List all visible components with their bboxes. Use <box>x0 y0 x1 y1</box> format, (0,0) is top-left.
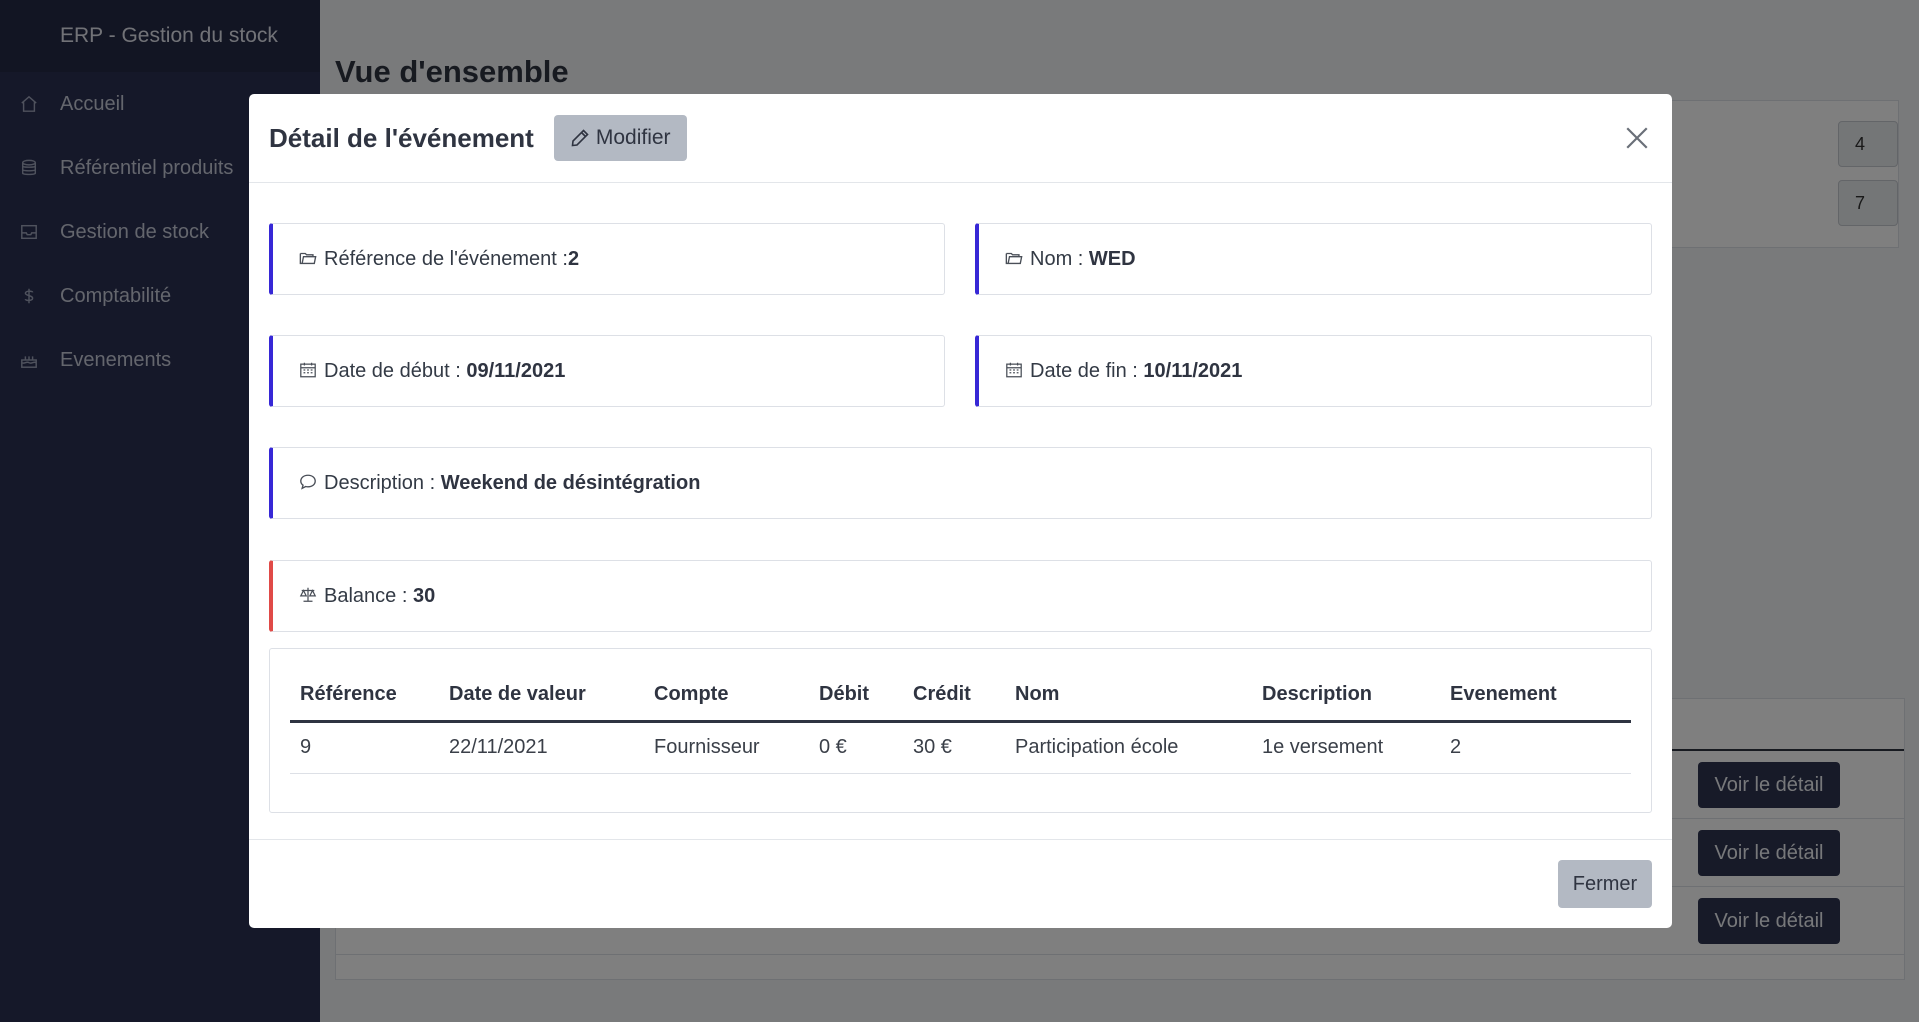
end-date-label: Date de fin : <box>1030 359 1144 382</box>
name-card: Nom : WED <box>975 223 1652 295</box>
column-header: Crédit <box>903 669 1005 723</box>
column-header: Nom <box>1005 669 1252 723</box>
modify-button-label: Modifier <box>595 126 671 149</box>
cell-evenement: 2 <box>1440 721 1631 774</box>
transactions-table: Référence Date de valeur Compte Débit Cr… <box>290 669 1631 774</box>
column-header: Description <box>1252 669 1440 723</box>
modal-title: Détail de l'événement <box>269 122 534 153</box>
modify-button[interactable]: Modifier <box>553 115 687 161</box>
column-header: Débit <box>809 669 903 723</box>
transactions-card: Référence Date de valeur Compte Débit Cr… <box>269 648 1652 813</box>
description-value: Weekend de désintégration <box>440 471 701 494</box>
table-row: 9 22/11/2021 Fournisseur 0 € 30 € Partic… <box>290 721 1631 774</box>
calendar-icon <box>1005 361 1025 381</box>
cell-reference: 9 <box>290 721 439 774</box>
cell-date-valeur: 22/11/2021 <box>439 721 644 774</box>
reference-value: 2 <box>567 247 580 270</box>
pencil-icon <box>570 128 590 148</box>
cell-nom: Participation école <box>1005 721 1252 774</box>
start-date-value: 09/11/2021 <box>466 359 566 382</box>
table-header-row: Référence Date de valeur Compte Débit Cr… <box>290 669 1631 723</box>
column-header: Date de valeur <box>439 669 644 723</box>
name-value: WED <box>1088 247 1136 270</box>
balance-card: Balance : 30 <box>269 560 1652 632</box>
start-date-label: Date de début : <box>324 359 467 382</box>
balance-value: 30 <box>412 584 436 607</box>
event-detail-modal: Détail de l'événement Modifier Référence… <box>249 94 1672 928</box>
folder-icon <box>299 249 319 269</box>
reference-label: Référence de l'événement : <box>324 247 568 270</box>
cell-compte: Fournisseur <box>644 721 809 774</box>
calendar-icon <box>299 361 319 381</box>
start-date-card: Date de début : 09/11/2021 <box>269 335 945 407</box>
end-date-card: Date de fin : 10/11/2021 <box>975 335 1652 407</box>
cell-debit: 0 € <box>809 721 903 774</box>
name-label: Nom : <box>1030 247 1089 270</box>
close-button[interactable]: Fermer <box>1558 860 1652 908</box>
modal-footer: Fermer <box>249 839 1672 928</box>
reference-card: Référence de l'événement :2 <box>269 223 945 295</box>
description-card: Description : Weekend de désintégration <box>269 447 1652 519</box>
end-date-value: 10/11/2021 <box>1143 359 1243 382</box>
column-header: Référence <box>290 669 439 723</box>
modal-header: Détail de l'événement Modifier <box>249 94 1672 183</box>
modal-body: Référence de l'événement :2 Nom : WED Da… <box>249 183 1672 839</box>
folder-icon <box>1005 249 1025 269</box>
scale-icon <box>299 586 319 606</box>
close-icon[interactable] <box>1622 124 1652 154</box>
chat-icon <box>299 473 319 493</box>
description-label: Description : <box>324 471 441 494</box>
balance-label: Balance : <box>324 584 413 607</box>
cell-description: 1e versement <box>1252 721 1440 774</box>
cell-credit: 30 € <box>903 721 1005 774</box>
column-header: Compte <box>644 669 809 723</box>
column-header: Evenement <box>1440 669 1631 723</box>
